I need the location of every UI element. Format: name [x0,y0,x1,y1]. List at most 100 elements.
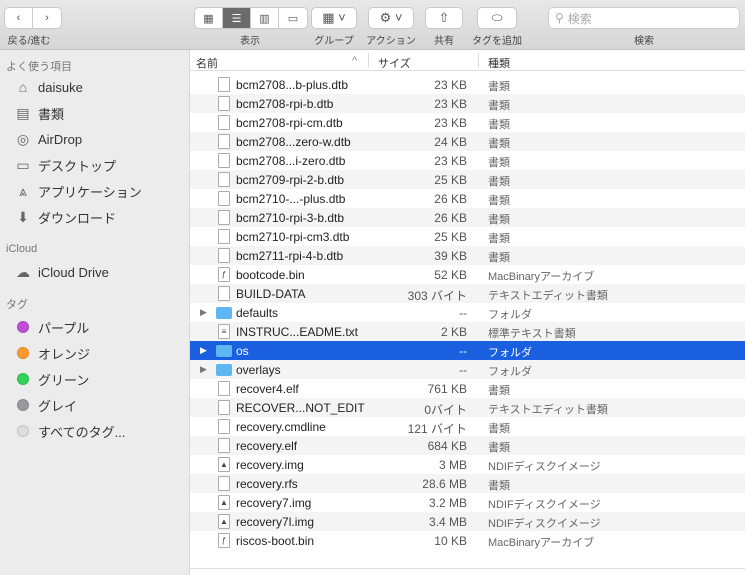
back-button[interactable]: ‹ [5,8,33,28]
file-name: recovery.cmdline [236,420,326,434]
file-row[interactable]: recovery.rfs 28.6 MB 書類 [190,474,745,493]
file-size: 3 MB [438,458,467,472]
sidebar-tag-3[interactable]: グレイ [14,395,77,415]
file-size: -- [459,344,467,358]
file-kind: テキストエディット書類 [488,404,608,416]
file-row[interactable]: ▶ defaults -- フォルダ [190,303,745,322]
sidebar-item-label: すべてのタグ... [38,424,126,440]
file-row[interactable]: bcm2708...i-zero.dtb 23 KB 書類 [190,151,745,170]
disclosure-triangle-icon[interactable]: ▶ [200,364,207,375]
file-size: 23 KB [434,154,467,168]
file-row[interactable]: ▶ overlays -- フォルダ [190,360,745,379]
action-button[interactable]: ⚙ ˅ [368,7,414,29]
column-view-button[interactable]: ▥ [251,8,279,28]
file-size: 684 KB [427,439,467,453]
sidebar-item-5[interactable]: ⬇ ダウンロード [14,207,116,227]
file-row[interactable]: recover4.elf 761 KB 書類 [190,379,745,398]
sidebar-item-0[interactable]: ⌂ daisuke [14,77,83,97]
icon-view-button[interactable]: ▦ [195,8,223,28]
file-size: 2 KB [440,325,467,339]
search-input[interactable]: ⚲ 検索 [548,7,740,29]
file-size: 28.6 MB [422,477,467,491]
file-row[interactable]: ▲ recovery7l.img 3.4 MB NDIFディスクイメージ [190,512,745,531]
file-row[interactable]: recovery.cmdline 121 バイト 書類 [190,417,745,436]
sidebar-item-4[interactable]: ⩓ アプリケーション [14,181,142,201]
file-size: 0バイト [424,403,467,417]
file-row[interactable]: bcm2711-rpi-4-b.dtb 39 KB 書類 [190,246,745,265]
file-row[interactable]: BUILD-DATA 303 バイト テキストエディット書類 [190,284,745,303]
file-row[interactable]: bcm2710-rpi-cm3.dtb 25 KB 書類 [190,227,745,246]
view-switcher: ▦ ☰ ▥ ▭ [194,7,308,29]
sidebar-item-icloud-drive[interactable]: ☁ iCloud Drive [14,262,109,282]
sidebar-item-label: iCloud Drive [38,264,109,280]
sidebar: よく使う項目 iCloud タグ ⌂ daisuke ▤ 書類 ◎ AirDrop ▭ デスク… [0,50,190,575]
sidebar-item-1[interactable]: ▤ 書類 [14,103,64,123]
name-column-header[interactable]: 名前 [196,55,218,71]
file-row[interactable]: ▲ recovery7.img 3.2 MB NDIFディスクイメージ [190,493,745,512]
sidebar-item-3[interactable]: ▭ デスクトップ [14,155,116,175]
file-row[interactable]: bcm2708-rpi-b.dtb 23 KB 書類 [190,94,745,113]
tag-color-icon [17,321,29,333]
document-icon [218,381,230,396]
file-kind: 書類 [488,442,510,454]
file-row[interactable]: bcm2708...zero-w.dtb 24 KB 書類 [190,132,745,151]
tag-icon: ⬭ [491,10,503,25]
file-list: bcm2708...b-plus.dtb 23 KB 書類 bcm2708-rpi-b… [190,75,745,550]
share-icon: ⇧ [438,10,450,25]
file-size: 121 バイト [407,422,467,436]
group-button[interactable]: ▦ ˅ [311,7,357,29]
file-name: bcm2708...b-plus.dtb [236,78,349,92]
sidebar-tag-0[interactable]: パープル [14,317,89,337]
disclosure-triangle-icon[interactable]: ▶ [200,345,207,356]
action-label: アクション [366,36,416,47]
file-row[interactable]: bcm2710-rpi-3-b.dtb 26 KB 書類 [190,208,745,227]
file-row[interactable]: ≡ INSTRUC...EADME.txt 2 KB 標準テキスト書類 [190,322,745,341]
sidebar-tag-1[interactable]: オレンジ [14,343,90,363]
file-row[interactable]: bcm2710-...-plus.dtb 26 KB 書類 [190,189,745,208]
sidebar-item-label: AirDrop [38,131,83,147]
downloads-icon: ⬇ [17,208,29,225]
gallery-view-button[interactable]: ▭ [279,8,307,28]
file-row[interactable]: recovery.elf 684 KB 書類 [190,436,745,455]
file-row[interactable]: bcm2708-rpi-cm.dtb 23 KB 書類 [190,113,745,132]
share-button[interactable]: ⇧ [425,7,463,29]
file-kind: 書類 [488,480,510,492]
file-name: overlays [236,363,281,377]
file-kind: フォルダ [488,347,532,359]
file-size: 24 KB [434,135,467,149]
list-view-button[interactable]: ☰ [223,8,251,28]
file-kind: 書類 [488,195,510,207]
file-size: 52 KB [434,268,467,282]
search-placeholder: 検索 [567,11,592,26]
file-row[interactable]: ƒ riscos-boot.bin 10 KB MacBinaryアーカイブ [190,531,745,550]
tag-color-icon [17,373,29,385]
document-icon [218,191,230,206]
file-row[interactable]: bcm2709-rpi-2-b.dtb 25 KB 書類 [190,170,745,189]
tag-color-icon [17,347,29,359]
file-name: RECOVER...NOT_EDIT [236,401,365,415]
sidebar-item-label: パープル [38,320,90,336]
file-kind: NDIFディスクイメージ [488,499,601,511]
tag-button[interactable]: ⬭ [477,7,517,29]
size-column-header[interactable]: サイズ [378,55,411,71]
sidebar-tag-4[interactable]: すべてのタグ... [14,421,125,441]
file-row[interactable]: RECOVER...NOT_EDIT 0バイト テキストエディット書類 [190,398,745,417]
disk-image-icon: ▲ [218,495,230,510]
file-kind: NDIFディスクイメージ [488,518,601,530]
file-row[interactable]: ƒ bootcode.bin 52 KB MacBinaryアーカイブ [190,265,745,284]
disclosure-triangle-icon[interactable]: ▶ [200,307,207,318]
sidebar-item-2[interactable]: ◎ AirDrop [14,129,82,149]
file-name: defaults [236,306,279,320]
file-name: bcm2708...i-zero.dtb [236,154,346,168]
kind-column-header[interactable]: 種類 [488,55,510,71]
file-row[interactable]: ▶ os -- フォルダ [190,341,745,360]
file-row[interactable]: bcm2708...b-plus.dtb 23 KB 書類 [190,75,745,94]
file-row[interactable]: ▲ recovery.img 3 MB NDIFディスクイメージ [190,455,745,474]
search-icon: ⚲ [555,11,564,25]
binary-file-icon: ƒ [218,533,230,548]
sidebar-tag-2[interactable]: グリーン [14,369,89,389]
share-label: 共有 [434,36,454,47]
file-size: 3.2 MB [428,496,467,510]
file-name: recovery7l.img [236,515,315,529]
forward-button[interactable]: › [33,8,61,28]
